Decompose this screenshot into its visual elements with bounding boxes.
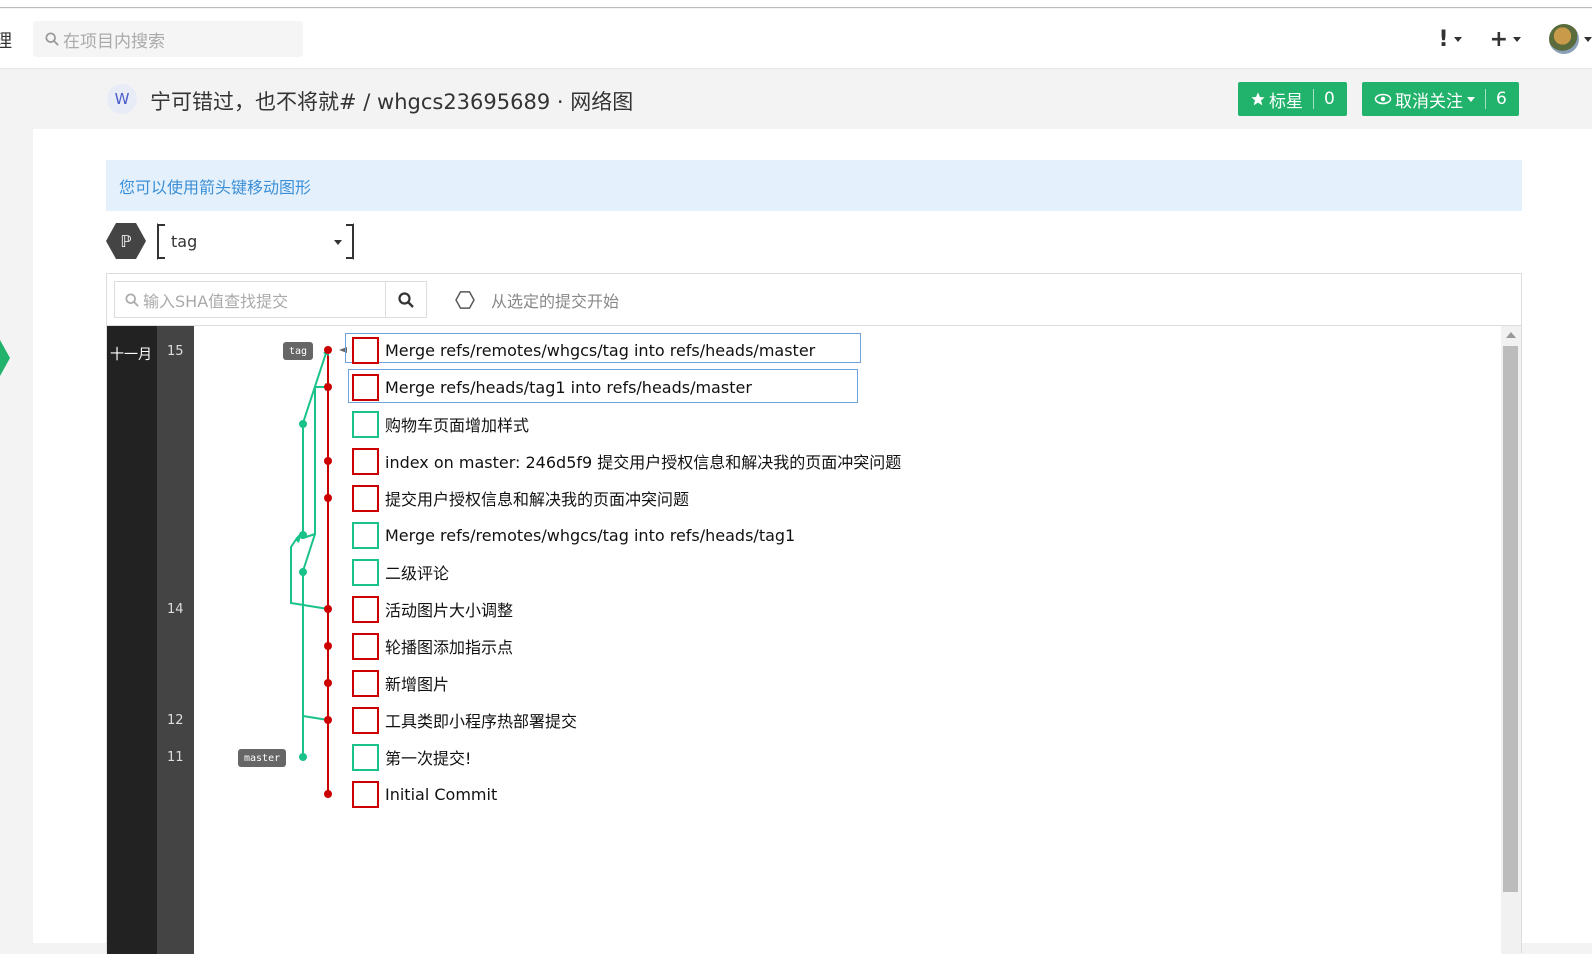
commit-message[interactable]: 第一次提交!: [385, 745, 471, 769]
chevron-down-icon: [334, 240, 342, 245]
commit-checkbox[interactable]: [352, 780, 379, 808]
commit-message[interactable]: 活动图片大小调整: [385, 597, 513, 621]
commit-row[interactable]: index on master: 246d5f9 提交用户授权信息和解决我的页面…: [352, 446, 901, 476]
sha-search-input[interactable]: 输入SHA值查找提交: [114, 281, 386, 318]
commit-checkbox[interactable]: [352, 484, 379, 512]
start-from-selected-toggle[interactable]: 从选定的提交开始: [455, 281, 619, 318]
chevron-down-icon: [1453, 36, 1462, 42]
commit-row[interactable]: 第一次提交!: [352, 742, 471, 772]
add-dropdown[interactable]: +: [1490, 27, 1521, 52]
unwatch-button[interactable]: 取消关注 6: [1362, 82, 1519, 116]
project-search-input[interactable]: 在项目内搜索: [33, 21, 303, 57]
user-menu[interactable]: [1549, 24, 1592, 54]
commit-checkbox[interactable]: [352, 595, 379, 623]
commit-row[interactable]: Merge refs/remotes/whgcs/tag into refs/h…: [352, 335, 815, 365]
commit-message[interactable]: Initial Commit: [385, 785, 497, 804]
commit-message[interactable]: 新增图片: [385, 671, 449, 695]
commit-message[interactable]: index on master: 246d5f9 提交用户授权信息和解决我的页面…: [385, 449, 901, 473]
commit-row[interactable]: 轮播图添加指示点: [352, 631, 513, 661]
plus-icon: +: [1489, 26, 1508, 52]
ref-label-master: master: [238, 749, 287, 767]
page-title: 宁可错过，也不将就# / whgcs23695689 · 网络图: [150, 90, 634, 114]
star-label: 标星: [1269, 91, 1303, 112]
star-button[interactable]: 标星 0: [1238, 82, 1347, 116]
chevron-down-icon: [1467, 96, 1475, 102]
hexagon-outline-icon: [455, 290, 475, 309]
start-from-label: 从选定的提交开始: [491, 291, 620, 311]
vertical-scrollbar[interactable]: [1501, 326, 1521, 954]
commit-row[interactable]: 工具类即小程序热部署提交: [352, 705, 577, 735]
main-content: 您可以使用箭头键移动图形 ℙ tag 输入SHA值查找提交 从选定的提交开始 十…: [33, 129, 1592, 954]
commit-checkbox[interactable]: [352, 521, 379, 549]
window-top-edge: [0, 0, 1592, 8]
commit-message[interactable]: Merge refs/heads/tag1 into refs/heads/ma…: [385, 378, 752, 397]
project-avatar[interactable]: W: [107, 84, 137, 114]
commit-row[interactable]: 二级评论: [352, 557, 449, 587]
watch-label: 取消关注: [1395, 91, 1463, 112]
commit-checkbox[interactable]: [352, 706, 379, 734]
eye-icon: [1374, 93, 1392, 105]
commit-checkbox[interactable]: [352, 669, 379, 697]
commit-message[interactable]: 工具类即小程序热部署提交: [385, 708, 577, 732]
branch-select[interactable]: tag: [157, 223, 354, 260]
graph-canvas[interactable]: 十一月 15 14 12 11 tag master Merge refs/re…: [107, 326, 1521, 954]
scrollbar-thumb[interactable]: [1503, 346, 1518, 892]
search-placeholder: 在项目内搜索: [63, 31, 165, 52]
commit-checkbox[interactable]: [352, 336, 379, 364]
commit-checkbox[interactable]: [352, 558, 379, 586]
search-icon: [398, 291, 414, 308]
ref-label-tag: tag: [283, 342, 314, 360]
commit-message[interactable]: Merge refs/remotes/whgcs/tag into refs/h…: [385, 341, 815, 360]
chevron-down-icon: [1513, 36, 1521, 42]
branch-selected: tag: [171, 232, 198, 251]
commit-checkbox[interactable]: [352, 632, 379, 660]
exclamation-icon: !: [1438, 26, 1449, 52]
avatar: [1549, 24, 1579, 54]
commit-row[interactable]: 提交用户授权信息和解决我的页面冲突问题: [352, 483, 689, 513]
nav-cut-text: 理: [0, 31, 12, 52]
commit-checkbox[interactable]: [352, 410, 379, 438]
commit-message[interactable]: Merge refs/remotes/whgcs/tag into refs/h…: [385, 526, 795, 545]
commit-row[interactable]: Initial Commit: [352, 779, 497, 809]
side-collapse-arrow[interactable]: [0, 340, 10, 376]
branch-icon: ℙ: [106, 223, 146, 259]
commit-row[interactable]: Merge refs/heads/tag1 into refs/heads/ma…: [352, 372, 752, 402]
commit-row[interactable]: 活动图片大小调整: [352, 594, 513, 624]
commit-checkbox[interactable]: [352, 373, 379, 401]
search-icon: [125, 292, 139, 307]
commit-checkbox[interactable]: [352, 743, 379, 771]
commit-row[interactable]: Merge refs/remotes/whgcs/tag into refs/h…: [352, 520, 795, 550]
info-tip: 您可以使用箭头键移动图形: [106, 160, 1522, 211]
commit-message[interactable]: 提交用户授权信息和解决我的页面冲突问题: [385, 486, 689, 510]
project-header: W 宁可错过，也不将就# / whgcs23695689 · 网络图 标星 0 …: [0, 70, 1592, 129]
graph-toolbar: 输入SHA值查找提交 从选定的提交开始: [107, 274, 1521, 326]
alert-dropdown[interactable]: !: [1439, 27, 1462, 52]
commit-row[interactable]: 购物车页面增加样式: [352, 409, 529, 439]
star-icon: [1251, 92, 1265, 106]
chevron-down-icon: [1584, 36, 1592, 42]
top-navbar: 理 在项目内搜索 ! +: [0, 9, 1592, 69]
watch-count: 6: [1496, 89, 1507, 109]
sha-search-button[interactable]: [385, 281, 427, 318]
sha-placeholder: 输入SHA值查找提交: [143, 291, 289, 311]
network-graph-panel: 输入SHA值查找提交 从选定的提交开始 十一月 15 14 12 11 tag …: [106, 273, 1522, 954]
commit-message[interactable]: 购物车页面增加样式: [385, 412, 529, 436]
scroll-up-arrow-icon[interactable]: [1506, 332, 1516, 338]
commit-message[interactable]: 二级评论: [385, 560, 449, 584]
commit-checkbox[interactable]: [352, 447, 379, 475]
commit-row[interactable]: 新增图片: [352, 668, 449, 698]
search-icon: [45, 32, 59, 46]
commit-message[interactable]: 轮播图添加指示点: [385, 634, 513, 658]
star-count: 0: [1324, 89, 1335, 109]
